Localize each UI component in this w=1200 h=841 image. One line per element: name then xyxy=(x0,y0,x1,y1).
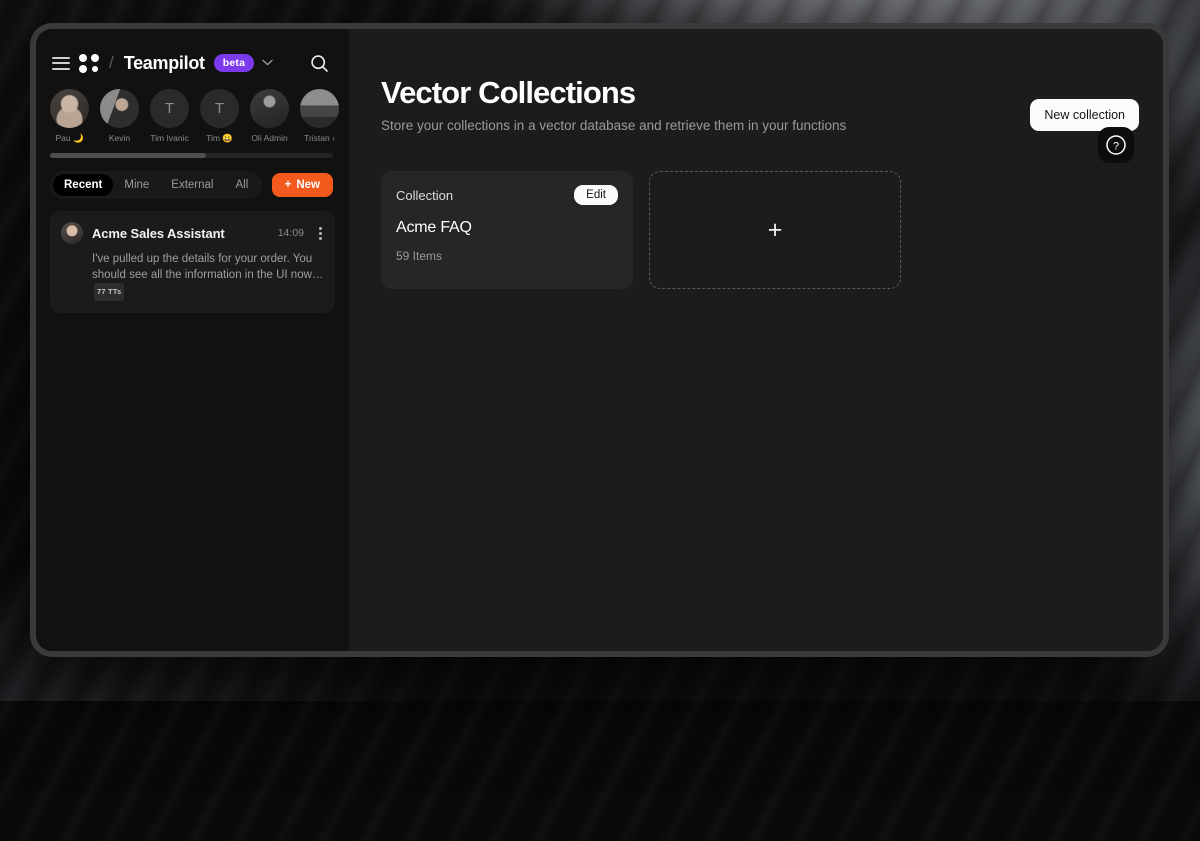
chat-list: Acme Sales Assistant 14:09 I've pulled u… xyxy=(36,199,349,313)
question-mark-icon: ? xyxy=(1105,134,1127,156)
new-chat-button[interactable]: + New xyxy=(272,173,333,197)
avatar xyxy=(250,89,289,128)
chevron-down-icon[interactable] xyxy=(262,57,273,69)
avatar: T xyxy=(200,89,239,128)
chat-preview-text: I've pulled up the details for your orde… xyxy=(92,253,323,281)
avatar-item[interactable]: Tristan ‹ xyxy=(300,89,339,144)
add-collection-card[interactable]: + xyxy=(649,171,901,289)
avatar-label: Tim 😀 xyxy=(200,133,239,144)
filter-tab-recent[interactable]: Recent xyxy=(53,174,113,196)
chat-item-header: Acme Sales Assistant 14:09 xyxy=(61,222,324,244)
filter-segmented-control: Recent Mine External All xyxy=(50,171,262,199)
svg-text:?: ? xyxy=(1113,140,1119,152)
collection-card[interactable]: Collection Edit Acme FAQ 59 Items xyxy=(381,171,633,289)
avatar-item[interactable]: Oli Admin xyxy=(250,89,289,144)
chat-item-preview: I've pulled up the details for your orde… xyxy=(61,251,324,301)
filter-tab-all[interactable]: All xyxy=(224,174,259,196)
teampilot-logo-icon[interactable] xyxy=(79,54,99,73)
search-icon[interactable] xyxy=(310,54,333,73)
filter-tab-external[interactable]: External xyxy=(160,174,224,196)
collection-card-header: Collection Edit xyxy=(396,185,618,205)
breadcrumb-separator: / xyxy=(109,53,114,73)
list-item[interactable]: Acme Sales Assistant 14:09 I've pulled u… xyxy=(50,211,335,313)
avatar xyxy=(300,89,339,128)
hamburger-menu-icon[interactable] xyxy=(52,57,70,70)
avatar-row: Pau 🌙 Kevin T Tim Ivanic T Tim 😀 Oli Adm… xyxy=(50,89,349,144)
avatar-label: Kevin xyxy=(100,133,139,144)
scrollbar-thumb[interactable] xyxy=(50,153,206,158)
collection-item-count: 59 Items xyxy=(396,249,618,263)
avatar: T xyxy=(150,89,189,128)
app-window: / Teampilot beta Pau 🌙 Kevin xyxy=(30,23,1169,657)
main-content: Vector Collections Store your collection… xyxy=(349,29,1163,651)
beta-badge: beta xyxy=(214,54,254,72)
plus-icon: + xyxy=(285,179,292,191)
brand-name[interactable]: Teampilot xyxy=(124,53,205,74)
avatar-item[interactable]: T Tim 😀 xyxy=(200,89,239,144)
avatars-scrollbar[interactable] xyxy=(50,153,333,158)
avatar xyxy=(61,222,83,244)
avatar-label: Pau 🌙 xyxy=(50,133,89,144)
avatar-item[interactable]: T Tim Ivanic xyxy=(150,89,189,144)
filter-tab-mine[interactable]: Mine xyxy=(113,174,160,196)
avatar-label: Oli Admin xyxy=(250,133,289,144)
edit-collection-button[interactable]: Edit xyxy=(574,185,618,205)
avatar-label: Tristan ‹ xyxy=(300,133,339,144)
chat-item-title: Acme Sales Assistant xyxy=(92,226,269,241)
collections-grid: Collection Edit Acme FAQ 59 Items + xyxy=(381,171,1163,289)
team-avatars[interactable]: Pau 🌙 Kevin T Tim Ivanic T Tim 😀 Oli Adm… xyxy=(36,89,349,151)
filter-bar: Recent Mine External All + New xyxy=(36,158,349,199)
avatar xyxy=(50,89,89,128)
token-badge: 77 TTs xyxy=(94,283,124,301)
avatar-label: Tim Ivanic xyxy=(150,133,189,144)
help-button[interactable]: ? xyxy=(1098,127,1134,163)
avatar-item[interactable]: Kevin xyxy=(100,89,139,144)
collection-name: Acme FAQ xyxy=(396,219,618,237)
sidebar: / Teampilot beta Pau 🌙 Kevin xyxy=(36,29,349,651)
new-chat-label: New xyxy=(296,179,320,191)
avatar xyxy=(100,89,139,128)
collection-kind-label: Collection xyxy=(396,188,453,203)
sidebar-header: / Teampilot beta xyxy=(36,29,349,79)
plus-icon: + xyxy=(768,218,783,243)
chat-item-menu-icon[interactable] xyxy=(313,225,324,242)
avatar-item[interactable]: Pau 🌙 xyxy=(50,89,89,144)
chat-item-time: 14:09 xyxy=(278,227,304,239)
